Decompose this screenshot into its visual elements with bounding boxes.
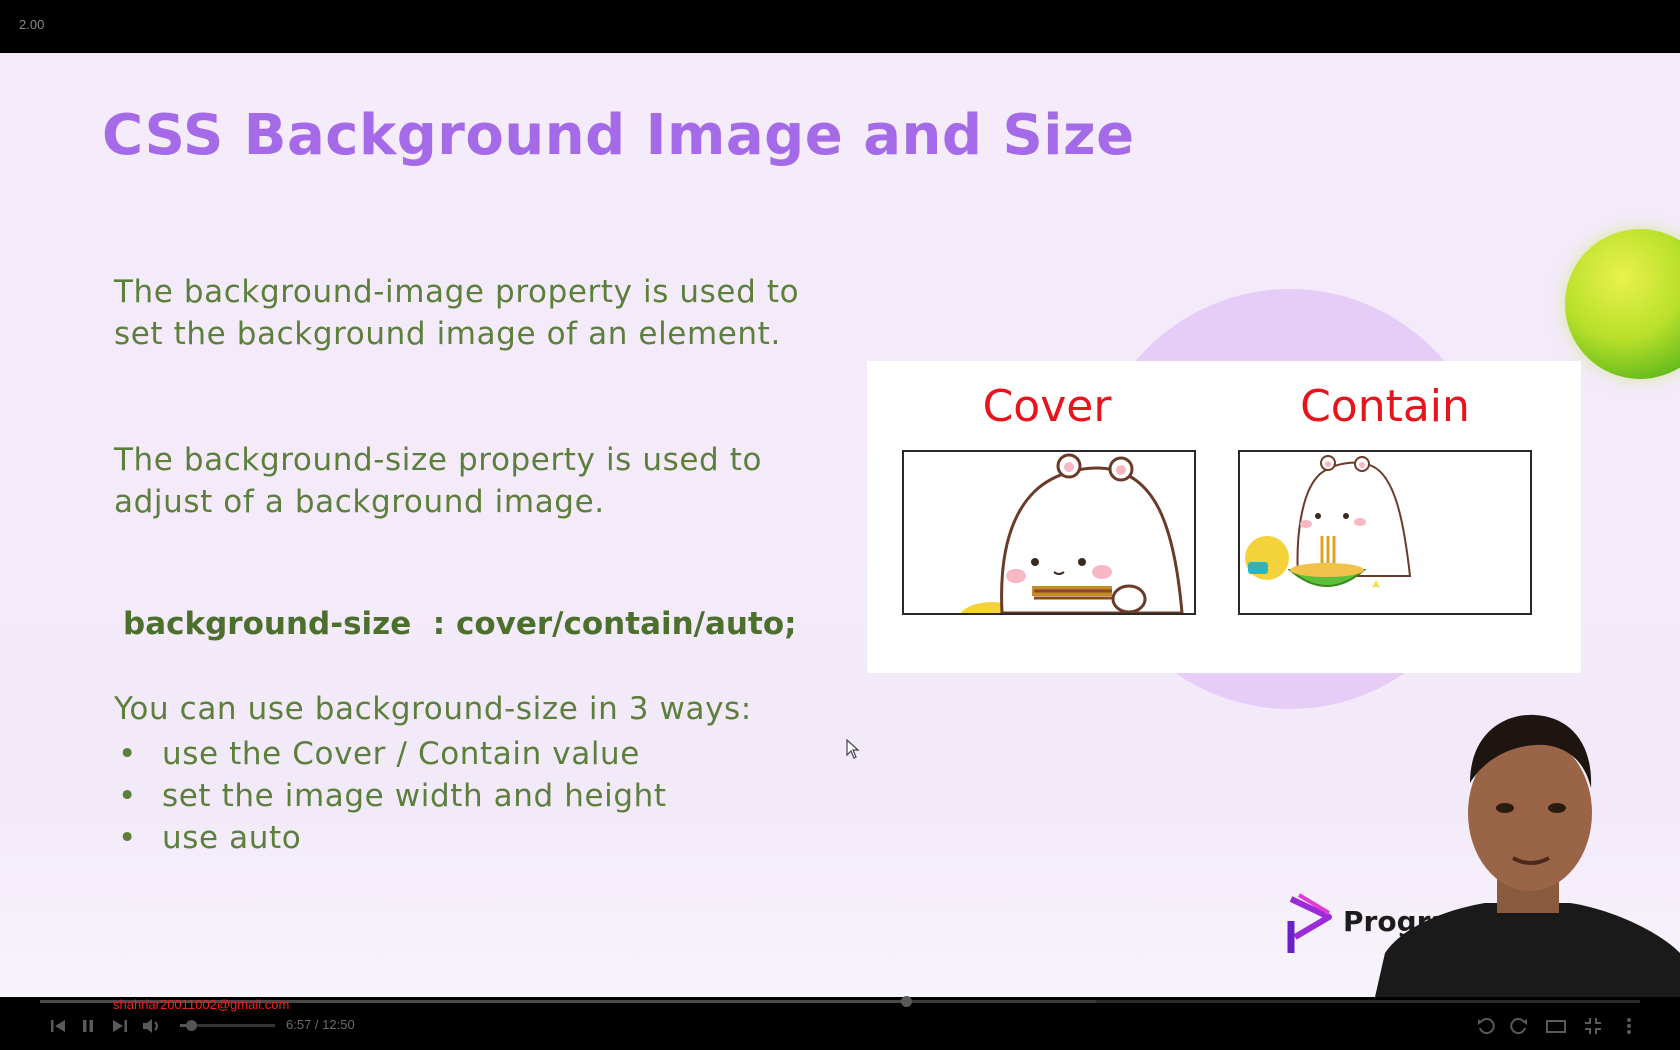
programming-hero-logo: Program xyxy=(1285,891,1479,961)
theater-mode-icon xyxy=(1546,1020,1566,1033)
theater-mode-button[interactable] xyxy=(1545,1015,1567,1037)
bear-contain-illustration xyxy=(1245,455,1412,588)
ways-list-item-text: use the Cover / Contain value xyxy=(162,736,640,772)
more-vert-icon xyxy=(1627,1018,1631,1034)
contain-label: Contain xyxy=(1300,381,1470,432)
cover-example-image xyxy=(902,450,1196,615)
watermark-email: shahriar20011002@gmail.com xyxy=(113,997,290,1012)
more-options-button[interactable] xyxy=(1618,1015,1640,1037)
pause-icon xyxy=(83,1020,93,1032)
ways-intro: You can use background-size in 3 ways: xyxy=(114,691,752,727)
exit-fullscreen-icon xyxy=(1585,1018,1601,1034)
slide-title: CSS Background Image and Size xyxy=(102,103,1135,168)
ways-list-item: • set the image width and height xyxy=(114,775,667,817)
time-display: 6:57 / 12:50 xyxy=(286,1017,355,1032)
video-top-bar: 2.00 xyxy=(0,0,1680,53)
background-image-description: The background-image property is used to… xyxy=(114,274,800,352)
volume-slider-handle[interactable] xyxy=(186,1020,198,1031)
presenter-webcam xyxy=(1375,703,1680,997)
exit-fullscreen-button[interactable] xyxy=(1582,1015,1604,1037)
skip-previous-icon xyxy=(51,1020,65,1032)
mouse-cursor-icon xyxy=(846,739,860,759)
css-syntax-line: background-size : cover/contain/auto; xyxy=(123,606,797,642)
bullet-icon: • xyxy=(118,736,137,772)
volume-slider[interactable] xyxy=(180,1020,275,1031)
playback-speed-indicator[interactable]: 2.00 xyxy=(19,17,44,32)
forward-10-icon xyxy=(1510,1018,1527,1035)
cover-label: Cover xyxy=(982,381,1112,432)
skip-next-icon xyxy=(113,1020,127,1032)
contain-example-image xyxy=(1238,450,1532,615)
video-frame-slide: CSS Background Image and Size The backgr… xyxy=(0,53,1680,997)
bear-cover-illustration xyxy=(960,453,1184,613)
time-separator: / xyxy=(311,1017,323,1032)
background-size-description: The background-size property is used to … xyxy=(114,442,763,520)
forward-10-button[interactable] xyxy=(1508,1015,1530,1037)
play-logo-icon xyxy=(1287,893,1332,953)
rewind-10-button[interactable] xyxy=(1475,1015,1497,1037)
planet-illustration xyxy=(1565,229,1680,379)
video-player-controls: shahriar20011002@gmail.com 6:57 / 12:50 xyxy=(0,996,1680,1050)
rewind-10-icon xyxy=(1478,1018,1495,1035)
ways-list-item-text: use auto xyxy=(162,820,302,856)
total-time: 12:50 xyxy=(322,1017,355,1032)
skip-next-button[interactable] xyxy=(109,1015,131,1037)
ways-list: • use the Cover / Contain value • set the … xyxy=(114,733,667,859)
progress-scrubber[interactable] xyxy=(900,996,912,1007)
ways-list-item: • use the Cover / Contain value xyxy=(114,733,667,775)
current-time: 6:57 xyxy=(286,1017,312,1032)
skip-previous-button[interactable] xyxy=(47,1015,69,1037)
ways-list-item: • use auto xyxy=(114,817,667,859)
ways-list-item-text: set the image width and height xyxy=(162,778,667,814)
bullet-icon: • xyxy=(118,820,137,856)
presenter-silhouette xyxy=(1375,714,1680,997)
cover-contain-demo-card: Cover Contain xyxy=(867,361,1581,673)
pause-button[interactable] xyxy=(77,1015,99,1037)
bullet-icon: • xyxy=(118,778,137,814)
volume-icon xyxy=(143,1019,158,1033)
volume-button[interactable] xyxy=(140,1015,162,1037)
